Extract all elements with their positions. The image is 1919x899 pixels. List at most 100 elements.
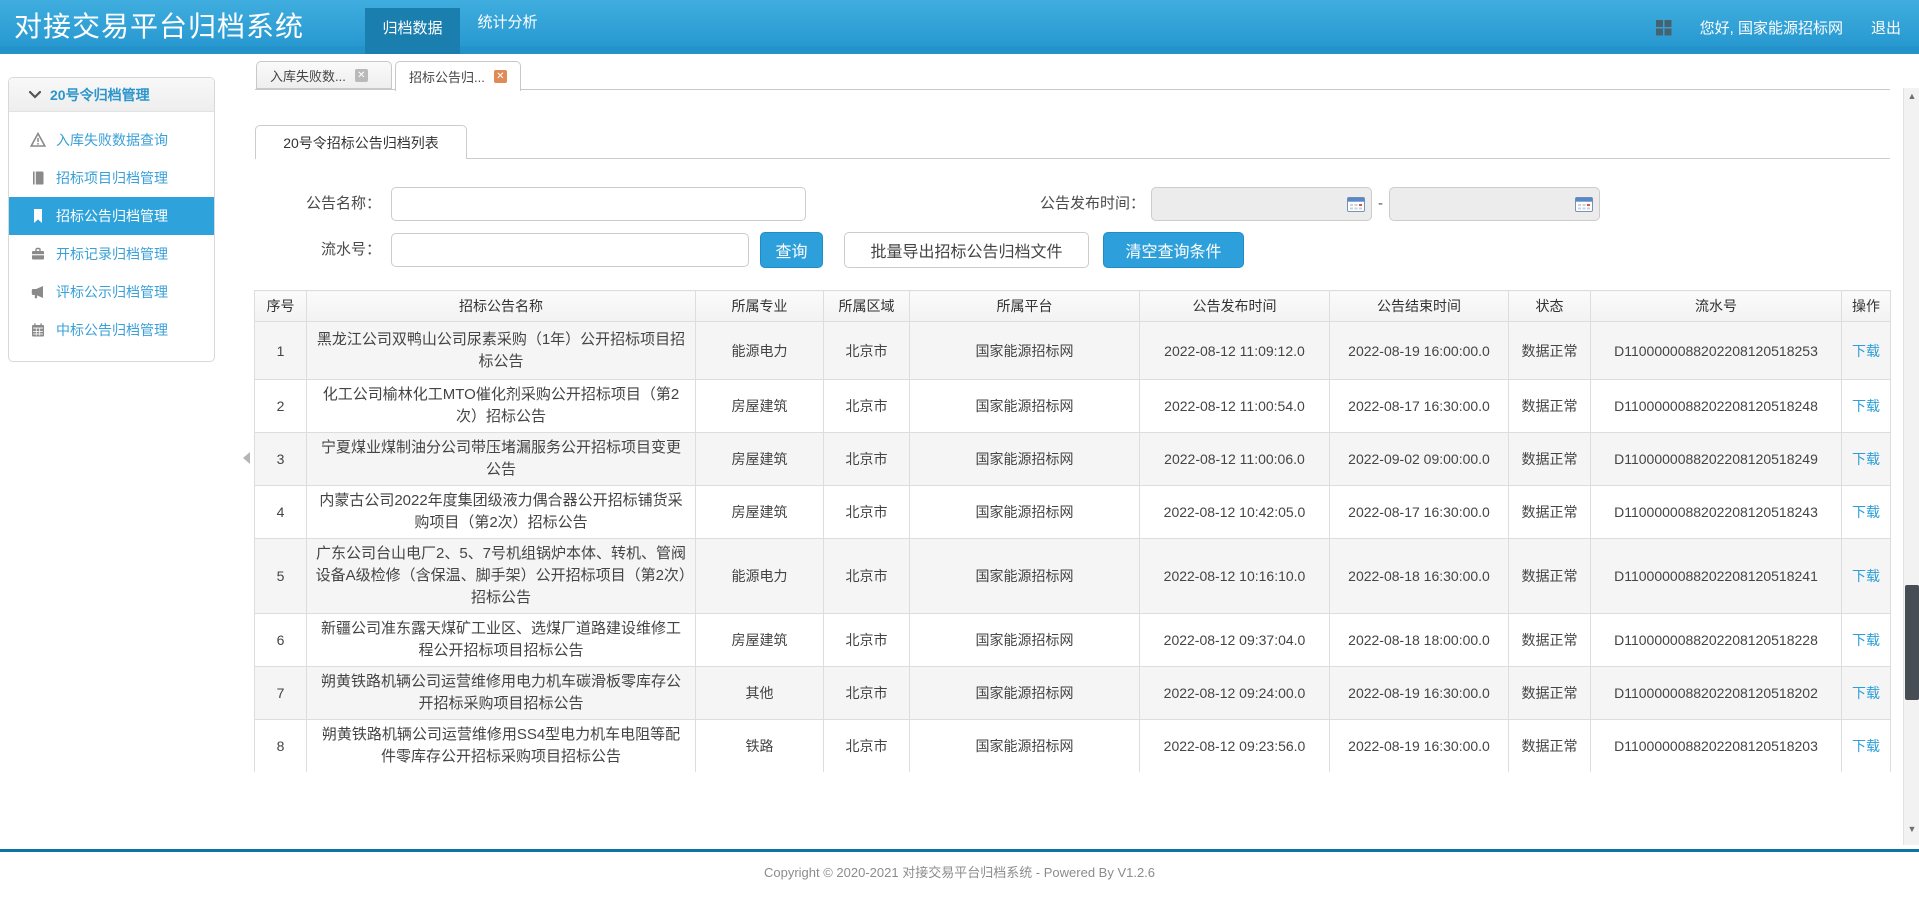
cell-region: 北京市: [824, 486, 910, 539]
announcement-name-input[interactable]: [391, 187, 806, 221]
calendar-icon[interactable]: [1347, 196, 1365, 212]
download-link[interactable]: 下载: [1852, 504, 1880, 520]
batch-export-button[interactable]: 批量导出招标公告归档文件: [844, 232, 1089, 268]
vertical-scrollbar[interactable]: ▲ ▼: [1903, 88, 1919, 845]
cell-end-time: 2022-09-02 09:00:00.0: [1330, 433, 1509, 486]
scrollbar-thumb[interactable]: [1905, 585, 1919, 700]
publish-time-end-input[interactable]: [1389, 187, 1600, 221]
download-link[interactable]: 下载: [1852, 398, 1880, 414]
calendar-icon[interactable]: [1575, 196, 1593, 212]
cell-seq: 1: [255, 322, 307, 380]
bookmark-icon: [30, 208, 46, 224]
cell-announcement-name: 新疆公司准东露天煤矿工业区、选煤厂道路建设维修工程公开招标项目招标公告: [307, 614, 696, 667]
cell-major: 其他: [696, 667, 824, 720]
briefcase-icon: [30, 246, 46, 262]
cell-major: 能源电力: [696, 539, 824, 614]
cell-publish-time: 2022-08-12 11:00:54.0: [1140, 380, 1330, 433]
cell-action: 下载: [1842, 720, 1891, 773]
cell-region: 北京市: [824, 720, 910, 773]
logout-link[interactable]: 退出: [1871, 17, 1901, 38]
cell-announcement-name: 内蒙古公司2022年度集团级液力偶合器公开招标铺货采购项目（第2次）招标公告: [307, 486, 696, 539]
query-button[interactable]: 查询: [760, 232, 823, 268]
sidebar-group-header[interactable]: 20号令归档管理: [9, 78, 214, 112]
footer-copyright: Copyright © 2020-2021 对接交易平台归档系统 - Power…: [0, 862, 1919, 881]
cell-end-time: 2022-08-19 16:30:00.0: [1330, 667, 1509, 720]
nav-item-statistics[interactable]: 统计分析: [460, 0, 555, 46]
cell-end-time: 2022-08-19 16:30:00.0: [1330, 720, 1509, 773]
cell-publish-time: 2022-08-12 09:24:00.0: [1140, 667, 1330, 720]
tab-strip: 入库失败数... ✕ 招标公告归... ✕: [255, 61, 1890, 90]
tab-tender-announcement[interactable]: 招标公告归... ✕: [395, 61, 521, 91]
navbar-bottom-strip: [0, 46, 1919, 54]
cell-seq: 8: [255, 720, 307, 773]
download-link[interactable]: 下载: [1852, 451, 1880, 467]
sidebar-item-tender-announcement-archive[interactable]: 招标公告归档管理: [9, 197, 214, 235]
col-header-end-time: 公告结束时间: [1330, 291, 1509, 322]
sidebar-item-tender-project-archive[interactable]: 招标项目归档管理: [9, 159, 214, 197]
sidebar-collapse-arrow-icon[interactable]: [243, 452, 250, 464]
publish-time-start-input[interactable]: [1151, 187, 1372, 221]
tab-failed-data[interactable]: 入库失败数... ✕: [256, 61, 392, 89]
results-table-wrap: 序号 招标公告名称 所属专业 所属区域 所属平台 公告发布时间 公告结束时间 状…: [254, 290, 1891, 772]
sidebar-item-bid-opening-record-archive[interactable]: 开标记录归档管理: [9, 235, 214, 273]
cell-action: 下载: [1842, 486, 1891, 539]
app-title: 对接交易平台归档系统: [14, 7, 304, 47]
scroll-down-icon[interactable]: ▼: [1904, 821, 1919, 837]
download-link[interactable]: 下载: [1852, 632, 1880, 648]
apps-grid-icon[interactable]: [1655, 19, 1672, 36]
download-link[interactable]: 下载: [1852, 685, 1880, 701]
sidebar-item-evaluation-publicity-archive[interactable]: 评标公示归档管理: [9, 273, 214, 311]
cell-status: 数据正常: [1509, 667, 1591, 720]
book-icon: [30, 170, 46, 186]
cell-platform: 国家能源招标网: [910, 380, 1140, 433]
col-header-action: 操作: [1842, 291, 1891, 322]
warning-icon: [30, 132, 46, 148]
cell-announcement-name: 宁夏煤业煤制油分公司带压堵漏服务公开招标项目变更公告: [307, 433, 696, 486]
panel-title-tab: 20号令招标公告归档列表: [255, 125, 467, 159]
cell-action: 下载: [1842, 322, 1891, 380]
cell-status: 数据正常: [1509, 433, 1591, 486]
download-link[interactable]: 下载: [1852, 738, 1880, 754]
cell-seq: 7: [255, 667, 307, 720]
sidebar-item-label: 开标记录归档管理: [56, 244, 168, 264]
scroll-up-icon[interactable]: ▲: [1904, 88, 1919, 104]
download-link[interactable]: 下载: [1852, 568, 1880, 584]
footer-divider: [0, 849, 1919, 852]
cell-end-time: 2022-08-17 16:30:00.0: [1330, 486, 1509, 539]
cell-end-time: 2022-08-19 16:00:00.0: [1330, 322, 1509, 380]
cell-publish-time: 2022-08-12 11:00:06.0: [1140, 433, 1330, 486]
clear-conditions-button[interactable]: 清空查询条件: [1103, 232, 1244, 268]
announcement-name-label: 公告名称：: [261, 187, 381, 221]
table-row: 5 广东公司台山电厂2、5、7号机组锅炉本体、转机、管阀设备A级检修（含保温、脚…: [255, 539, 1891, 614]
nav-item-archive-data[interactable]: 归档数据: [365, 8, 460, 54]
cell-platform: 国家能源招标网: [910, 486, 1140, 539]
col-header-serial: 流水号: [1591, 291, 1842, 322]
cell-action: 下载: [1842, 433, 1891, 486]
cell-announcement-name: 黑龙江公司双鸭山公司尿素采购（1年）公开招标项目招标公告: [307, 322, 696, 380]
tab-label: 入库失败数...: [270, 66, 346, 85]
cell-region: 北京市: [824, 667, 910, 720]
sidebar-item-label: 评标公示归档管理: [56, 282, 168, 302]
sidebar-item-failed-data-query[interactable]: 入库失败数据查询: [9, 121, 214, 159]
sidebar-item-award-announcement-archive[interactable]: 中标公告归档管理: [9, 311, 214, 349]
close-icon[interactable]: ✕: [355, 69, 368, 82]
col-header-name: 招标公告名称: [307, 291, 696, 322]
cell-publish-time: 2022-08-12 10:42:05.0: [1140, 486, 1330, 539]
download-link[interactable]: 下载: [1852, 343, 1880, 359]
table-row: 6 新疆公司准东露天煤矿工业区、选煤厂道路建设维修工程公开招标项目招标公告 房屋…: [255, 614, 1891, 667]
table-body: 1 黑龙江公司双鸭山公司尿素采购（1年）公开招标项目招标公告 能源电力 北京市 …: [255, 322, 1891, 773]
cell-platform: 国家能源招标网: [910, 322, 1140, 380]
panel-divider: [467, 158, 1890, 159]
sidebar-item-label: 入库失败数据查询: [56, 130, 168, 150]
col-header-region: 所属区域: [824, 291, 910, 322]
cell-region: 北京市: [824, 322, 910, 380]
cell-publish-time: 2022-08-12 09:23:56.0: [1140, 720, 1330, 773]
close-icon[interactable]: ✕: [494, 70, 507, 83]
main-content: 入库失败数... ✕ 招标公告归... ✕ 20号令招标公告归档列表 公告名称：…: [255, 61, 1890, 851]
cell-serial: D1100000088202208120518253: [1591, 322, 1842, 380]
megaphone-icon: [30, 284, 46, 300]
table-row: 8 朔黄铁路机辆公司运营维修用SS4型电力机车电阻等配件零库存公开招标采购项目招…: [255, 720, 1891, 773]
user-greeting: 您好, 国家能源招标网: [1700, 17, 1843, 38]
serial-number-input[interactable]: [391, 233, 749, 267]
cell-major: 房屋建筑: [696, 380, 824, 433]
